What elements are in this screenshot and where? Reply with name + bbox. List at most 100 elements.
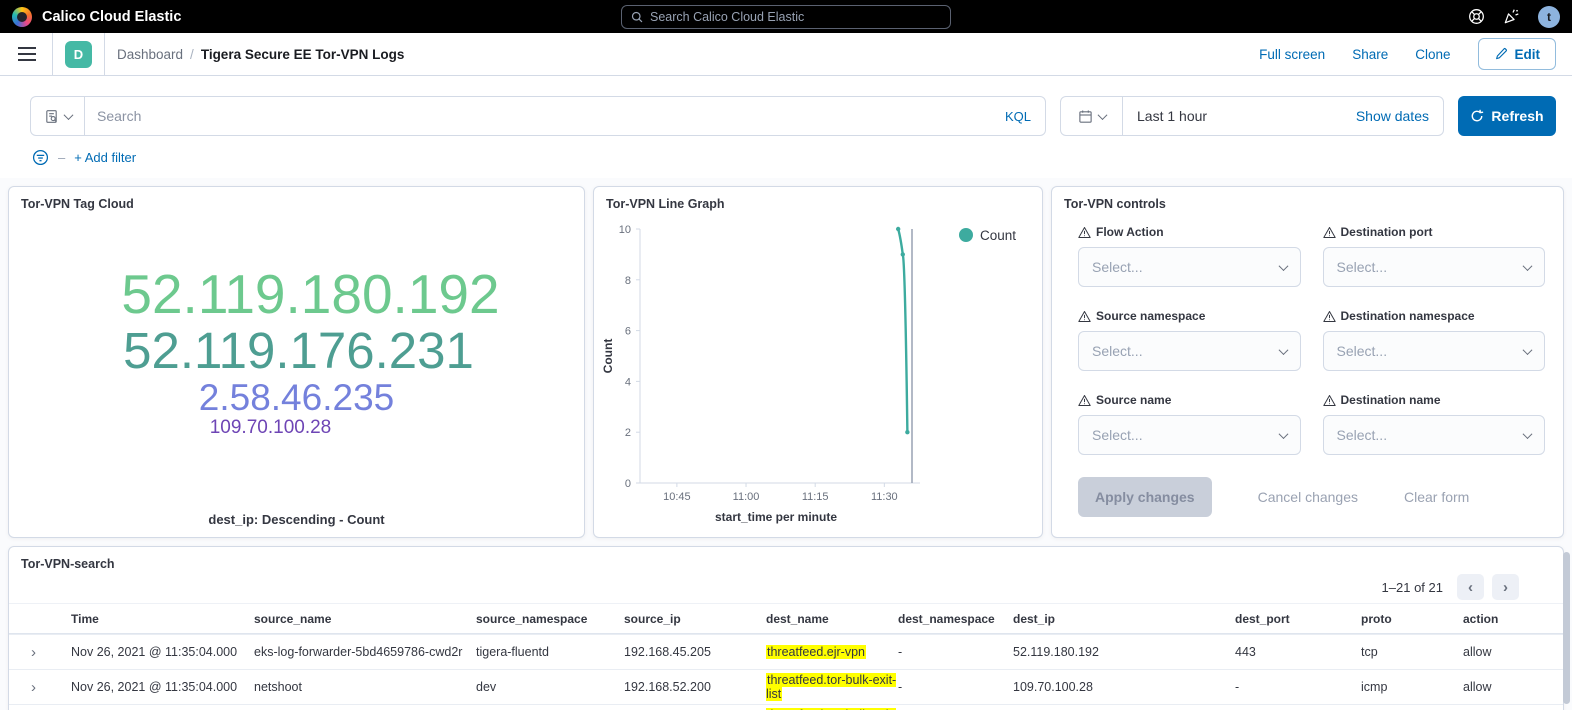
announcements-icon[interactable] <box>1503 8 1520 25</box>
control-field-label: Destination port <box>1341 225 1433 239</box>
next-page-button[interactable]: › <box>1492 574 1519 600</box>
control-select[interactable]: Select... <box>1323 247 1546 287</box>
control-field: Destination port Select... <box>1323 225 1546 287</box>
table-cell: allow <box>1463 645 1563 659</box>
menu-icon[interactable] <box>18 53 36 55</box>
kql-button[interactable]: KQL <box>991 109 1045 124</box>
control-field: Destination name Select... <box>1323 393 1546 455</box>
divider <box>104 33 105 76</box>
expand-row-icon[interactable]: › <box>31 679 51 696</box>
control-field-label: Source namespace <box>1096 309 1205 323</box>
scrollbar-thumb[interactable] <box>1563 552 1570 704</box>
control-select[interactable]: Select... <box>1078 415 1301 455</box>
breadcrumb-current: Tigera Secure EE Tor-VPN Logs <box>201 47 405 62</box>
query-bar: KQL Last 1 hour Show dates Refresh <box>30 96 1556 136</box>
pencil-icon <box>1494 47 1508 61</box>
table-row: ›Nov 26, 2021 @ 11:35:04.000eks-log-forw… <box>9 634 1563 669</box>
global-search-input[interactable] <box>650 10 941 24</box>
line-chart: 024681010:4511:0011:1511:30CountCountsta… <box>594 211 1042 527</box>
dashboard-badge[interactable]: D <box>65 41 92 68</box>
elastic-logo-icon <box>12 7 32 27</box>
control-field-label: Destination namespace <box>1341 309 1475 323</box>
share-button[interactable]: Share <box>1352 47 1388 62</box>
refresh-icon <box>1470 109 1484 123</box>
edit-button[interactable]: Edit <box>1478 38 1557 70</box>
line-chart-svg: 024681010:4511:0011:1511:30CountCountsta… <box>600 215 1046 527</box>
search-icon <box>631 11 643 23</box>
query-search-input[interactable] <box>85 108 991 124</box>
controls-grid: Flow Action Select... Destination port Sele… <box>1052 211 1563 455</box>
svg-text:11:00: 11:00 <box>733 491 760 503</box>
chevron-down-icon <box>1278 261 1288 271</box>
controls-panel: Tor-VPN controls Flow ActionSelect...Des… <box>1051 186 1564 538</box>
top-bar: Calico Cloud Elastic t <box>0 0 1572 33</box>
control-field-label: Destination name <box>1341 393 1441 407</box>
show-dates-button[interactable]: Show dates <box>1356 108 1443 124</box>
table-cell: Nov 26, 2021 @ 11:35:04.000 <box>71 645 254 659</box>
global-search[interactable] <box>621 5 951 29</box>
column-header: dest_port <box>1235 612 1361 626</box>
apply-changes-button[interactable]: Apply changes <box>1078 477 1212 517</box>
filter-dash: – <box>58 150 65 165</box>
refresh-button[interactable]: Refresh <box>1458 96 1556 136</box>
cancel-changes-button[interactable]: Cancel changes <box>1258 489 1358 505</box>
chevron-down-icon <box>1523 429 1533 439</box>
add-filter-button[interactable]: + Add filter <box>74 150 136 165</box>
panel-title: Tor-VPN Line Graph <box>594 187 1042 211</box>
control-field: Source name Select... <box>1078 393 1301 455</box>
control-select[interactable]: Select... <box>1323 331 1546 371</box>
control-field: Flow Action Select... <box>1078 225 1301 287</box>
column-header: source_name <box>254 612 476 626</box>
highlighted-value: threatfeed.tor-bulk-exit-list <box>766 673 896 701</box>
expand-row-icon[interactable]: › <box>31 644 51 661</box>
help-icon[interactable] <box>1468 8 1485 25</box>
clear-form-button[interactable]: Clear form <box>1404 489 1469 505</box>
tag-cloud-word[interactable]: 2.58.46.235 <box>199 378 394 418</box>
warning-icon <box>1323 226 1336 239</box>
highlighted-value: threatfeed.ejr-vpn <box>766 645 866 659</box>
control-field: Destination namespace Select... <box>1323 309 1546 371</box>
panel-title: Tor-VPN Tag Cloud <box>9 187 584 211</box>
control-field-label: Source name <box>1096 393 1171 407</box>
date-picker: Last 1 hour Show dates <box>1060 96 1444 136</box>
chevron-down-icon <box>1278 345 1288 355</box>
prev-page-button[interactable]: ‹ <box>1457 574 1484 600</box>
saved-query-menu-button[interactable] <box>31 97 85 135</box>
table-cell: tcp <box>1361 645 1463 659</box>
table-cell: netshoot <box>254 680 476 694</box>
legend-item[interactable]: Count <box>959 228 1016 243</box>
tag-cloud-word[interactable]: 109.70.100.28 <box>210 418 332 438</box>
tag-cloud-word[interactable]: 52.119.176.231 <box>123 324 474 379</box>
table-cell: - <box>898 645 1013 659</box>
tag-cloud-word[interactable]: 52.119.180.192 <box>121 265 499 324</box>
control-select[interactable]: Select... <box>1078 331 1301 371</box>
filter-bar: – + Add filter <box>32 145 1572 169</box>
divider <box>52 33 53 76</box>
control-select[interactable]: Select... <box>1078 247 1301 287</box>
svg-text:4: 4 <box>625 376 631 388</box>
table-row: ›Nov 26, 2021 @ 11:34:54.000netshootdev1… <box>9 704 1563 710</box>
column-header: dest_name <box>766 612 898 626</box>
svg-text:10:45: 10:45 <box>663 491 691 503</box>
time-range-value[interactable]: Last 1 hour <box>1123 108 1207 124</box>
filter-icon[interactable] <box>32 149 49 166</box>
chevron-down-icon <box>1523 261 1533 271</box>
control-select[interactable]: Select... <box>1323 415 1546 455</box>
select-placeholder: Select... <box>1092 343 1143 359</box>
table-cell: threatfeed.tor-bulk-exit-list <box>766 673 898 701</box>
full-screen-button[interactable]: Full screen <box>1259 47 1325 62</box>
calendar-menu-button[interactable] <box>1061 97 1123 135</box>
table-cell: 192.168.52.200 <box>624 680 766 694</box>
control-field-label: Flow Action <box>1096 225 1164 239</box>
breadcrumb-dashboard[interactable]: Dashboard <box>117 47 183 62</box>
column-header: Time <box>71 612 254 626</box>
table-cell: - <box>898 680 1013 694</box>
table-cell: icmp <box>1361 680 1463 694</box>
nav-bar: D Dashboard / Tigera Secure EE Tor-VPN L… <box>0 33 1572 76</box>
clone-button[interactable]: Clone <box>1415 47 1450 62</box>
tag-cloud-panel: Tor-VPN Tag Cloud 52.119.180.19252.119.1… <box>8 186 585 538</box>
select-placeholder: Select... <box>1092 427 1143 443</box>
user-avatar[interactable]: t <box>1538 6 1560 28</box>
select-placeholder: Select... <box>1337 427 1388 443</box>
x-axis-label: start_time per minute <box>715 510 837 524</box>
